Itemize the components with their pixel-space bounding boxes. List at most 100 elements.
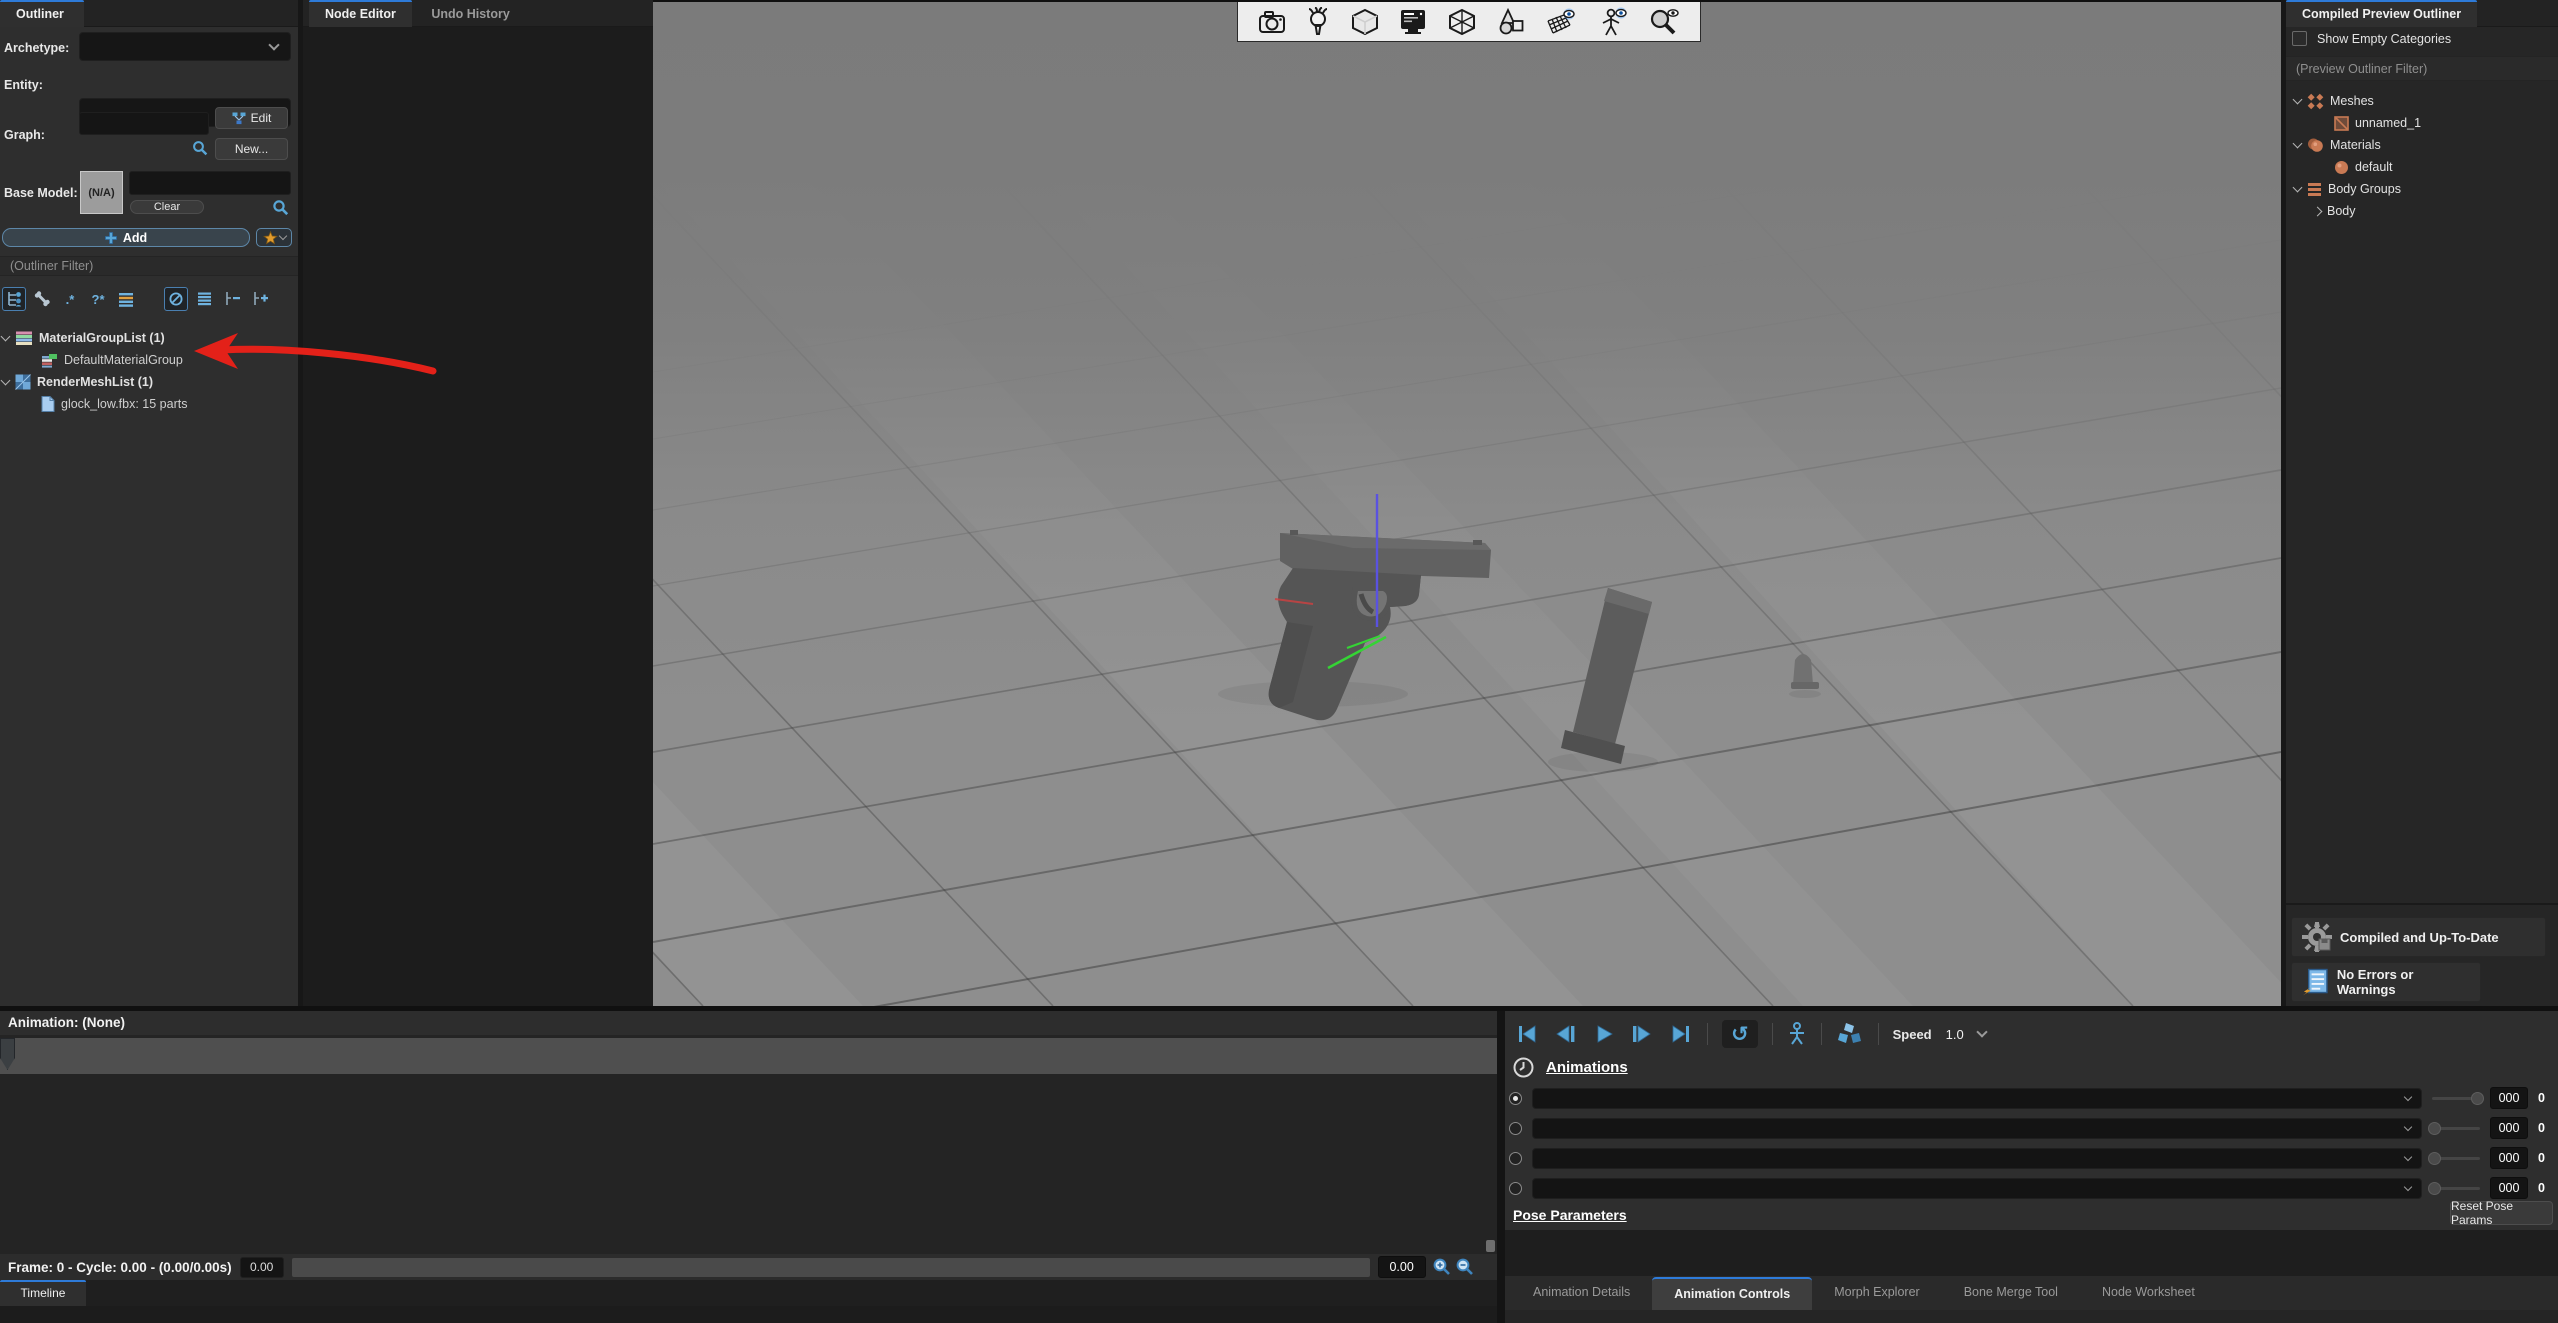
slider-knob[interactable] xyxy=(2428,1122,2441,1135)
wildcard-filter-button[interactable]: ?* xyxy=(86,287,110,311)
regex-filter-button[interactable]: .* xyxy=(58,287,82,311)
chevron-expanded-icon[interactable] xyxy=(2293,182,2303,192)
anim-slot-radio[interactable] xyxy=(1509,1122,1522,1135)
anim-slot-radio[interactable] xyxy=(1509,1092,1522,1105)
fullbright-mode-button[interactable] xyxy=(1398,7,1428,37)
slider-knob[interactable] xyxy=(2471,1092,2484,1105)
speed-dropdown[interactable] xyxy=(1976,1026,1987,1037)
show-empty-categories-row[interactable]: Show Empty Categories xyxy=(2292,31,2451,46)
base-model-input[interactable] xyxy=(129,171,291,195)
tree-row-default-material[interactable]: default xyxy=(2334,156,2393,178)
skip-end-icon[interactable] xyxy=(1669,1023,1693,1045)
tree-row-meshes[interactable]: Meshes xyxy=(2294,90,2374,112)
scrollbar-thumb[interactable] xyxy=(1486,1240,1495,1252)
pose-parameters-heading[interactable]: Pose Parameters xyxy=(1513,1207,1627,1223)
tab-node-editor[interactable]: Node Editor xyxy=(309,0,412,27)
graph-search-icon[interactable] xyxy=(192,140,208,156)
anim-select[interactable] xyxy=(1532,1148,2422,1169)
loop-toggle-button[interactable]: ↺ xyxy=(1722,1020,1758,1048)
flat-list-button[interactable] xyxy=(192,287,216,311)
skip-start-icon[interactable] xyxy=(1515,1023,1539,1045)
graph-input[interactable] xyxy=(79,112,209,135)
slider-knob[interactable] xyxy=(2428,1182,2441,1195)
anim-weight-slider[interactable] xyxy=(2432,1157,2480,1160)
anim-select[interactable] xyxy=(1532,1178,2422,1199)
tab-timeline[interactable]: Timeline xyxy=(0,1280,86,1306)
anim-select[interactable] xyxy=(1532,1118,2422,1139)
screenshot-button[interactable] xyxy=(1257,8,1287,36)
hide-disabled-button[interactable] xyxy=(164,287,188,311)
anim-weight-slider[interactable] xyxy=(2432,1097,2480,1100)
physics-blocks-icon[interactable] xyxy=(1836,1021,1864,1047)
tab-animation-details[interactable]: Animation Details xyxy=(1511,1277,1652,1310)
anim-weight-slider[interactable] xyxy=(2432,1187,2480,1190)
collision-mode-button[interactable] xyxy=(1496,7,1526,37)
anim-frames-box[interactable]: 000 xyxy=(2490,1147,2528,1169)
outliner-filter-input[interactable] xyxy=(0,256,298,276)
list-options-button[interactable] xyxy=(114,287,138,311)
graph-new-button[interactable]: New... xyxy=(215,138,288,160)
skeleton-overlay-button[interactable] xyxy=(1597,7,1629,37)
tab-node-worksheet[interactable]: Node Worksheet xyxy=(2080,1277,2217,1310)
timeline-scrollbar[interactable] xyxy=(292,1258,1370,1277)
base-model-search-icon[interactable] xyxy=(272,199,289,216)
tab-undo-history[interactable]: Undo History xyxy=(415,2,525,29)
favorites-button[interactable] xyxy=(256,228,292,247)
anim-slot-radio[interactable] xyxy=(1509,1182,1522,1195)
tree-row-materialgrouplist[interactable]: MaterialGroupList (1) xyxy=(2,327,165,349)
tree-row-rendermeshlist[interactable]: RenderMeshList (1) xyxy=(2,371,153,393)
anim-frames-box[interactable]: 000 xyxy=(2490,1087,2528,1109)
base-model-clear-button[interactable]: Clear xyxy=(130,200,204,214)
tab-outliner[interactable]: Outliner xyxy=(0,0,84,27)
chevron-expanded-icon[interactable] xyxy=(1,331,11,341)
tree-row-materials[interactable]: Materials xyxy=(2294,134,2381,156)
step-back-icon[interactable] xyxy=(1553,1023,1579,1045)
tab-morph-explorer[interactable]: Morph Explorer xyxy=(1812,1277,1941,1310)
show-empty-checkbox[interactable] xyxy=(2292,31,2307,46)
wireframe-mode-button[interactable] xyxy=(1447,7,1477,37)
inspect-button[interactable] xyxy=(1647,7,1681,37)
tree-view-button[interactable] xyxy=(2,287,26,311)
physics-overlay-button[interactable] xyxy=(1544,7,1578,37)
viewport-3d[interactable] xyxy=(653,0,2281,1006)
tree-row-glock-fbx[interactable]: glock_low.fbx: 15 parts xyxy=(41,393,187,415)
zoom-in-icon[interactable] xyxy=(1432,1257,1452,1277)
errors-status-button[interactable]: No Errors or Warnings xyxy=(2291,962,2481,1002)
play-icon[interactable] xyxy=(1593,1023,1615,1045)
preview-filter-input[interactable] xyxy=(2286,56,2558,81)
panel-divider[interactable] xyxy=(1497,1011,1505,1323)
anim-weight-slider[interactable] xyxy=(2432,1127,2480,1130)
graph-edit-button[interactable]: Edit xyxy=(215,107,288,129)
chevron-collapsed-icon[interactable] xyxy=(2313,206,2323,216)
tree-row-body-groups[interactable]: Body Groups xyxy=(2294,178,2401,200)
chevron-expanded-icon[interactable] xyxy=(2293,138,2303,148)
dopesheet-track[interactable] xyxy=(0,1038,1497,1074)
archetype-select[interactable] xyxy=(79,32,291,61)
expand-all-button[interactable] xyxy=(248,287,272,311)
frame-value-input[interactable] xyxy=(240,1257,284,1278)
zoom-out-icon[interactable] xyxy=(1455,1257,1475,1277)
character-pose-icon[interactable] xyxy=(1787,1022,1807,1046)
tab-bone-merge-tool[interactable]: Bone Merge Tool xyxy=(1942,1277,2080,1310)
tab-compiled-preview-outliner[interactable]: Compiled Preview Outliner xyxy=(2286,0,2477,27)
bone-view-button[interactable] xyxy=(30,287,54,311)
anim-frames-box[interactable]: 000 xyxy=(2490,1117,2528,1139)
tab-animation-controls[interactable]: Animation Controls xyxy=(1652,1277,1812,1310)
anim-select[interactable] xyxy=(1532,1088,2422,1109)
step-forward-icon[interactable] xyxy=(1629,1023,1655,1045)
slider-knob[interactable] xyxy=(2428,1152,2441,1165)
playhead-marker[interactable] xyxy=(0,1038,15,1070)
anim-frames-box[interactable]: 000 xyxy=(2490,1177,2528,1199)
anim-slot-radio[interactable] xyxy=(1509,1152,1522,1165)
tree-row-unnamed1[interactable]: unnamed_1 xyxy=(2334,112,2421,134)
collapse-all-button[interactable] xyxy=(220,287,244,311)
tree-row-body[interactable]: Body xyxy=(2314,200,2356,222)
reset-pose-params-button[interactable]: Reset Pose Params xyxy=(2450,1201,2553,1225)
chevron-expanded-icon[interactable] xyxy=(2293,94,2303,104)
add-button[interactable]: Add xyxy=(2,228,250,247)
lighting-button[interactable] xyxy=(1305,7,1331,37)
chevron-expanded-icon[interactable] xyxy=(1,375,11,385)
tree-row-defaultmaterialgroup[interactable]: DefaultMaterialGroup xyxy=(41,349,183,371)
animations-heading[interactable]: Animations xyxy=(1546,1059,1628,1076)
shaded-mode-button[interactable] xyxy=(1350,7,1380,37)
